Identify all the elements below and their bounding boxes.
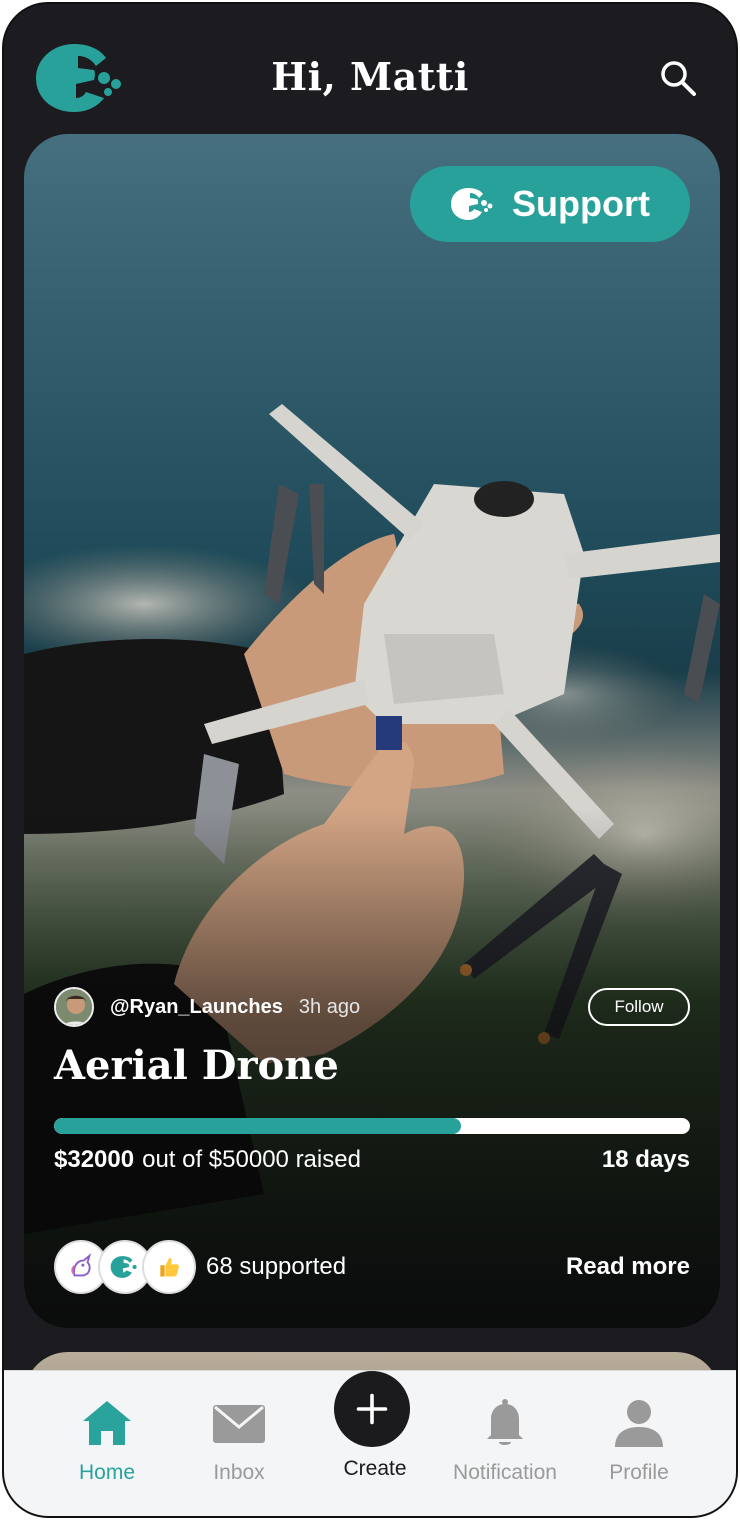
nav-home-label: Home — [78, 1461, 136, 1484]
thumbs-up-icon — [142, 1240, 196, 1294]
nav-inbox-label: Inbox — [213, 1461, 265, 1484]
mail-icon — [213, 1405, 265, 1443]
read-more-link[interactable]: Read more — [566, 1253, 690, 1281]
supporters-row: 68 supported Read more — [54, 1240, 690, 1294]
author-handle[interactable]: @Ryan_Launches — [110, 996, 283, 1019]
plus-icon — [356, 1393, 388, 1425]
nav-profile[interactable]: Profile — [574, 1397, 704, 1485]
nav-home[interactable]: Home — [42, 1397, 172, 1485]
days-left: 18 days — [601, 1146, 690, 1173]
bottom-nav: Home Inbox Create Notification Profile — [4, 1370, 736, 1516]
funding-progress-bar — [54, 1118, 690, 1134]
funding-summary: $32000 out of $50000 raised 18 days — [54, 1146, 690, 1174]
phone-frame: Hi, Matti Support @Ryan_Launches 3h ago … — [2, 2, 738, 1518]
support-button[interactable]: Support — [410, 166, 690, 242]
campaign-title: Aerial Drone — [54, 1042, 339, 1089]
support-logo-icon — [451, 188, 493, 220]
author-row: @Ryan_Launches 3h ago Follow — [54, 986, 690, 1028]
search-icon — [661, 61, 696, 96]
nav-create-label: Create — [343, 1457, 407, 1480]
bell-icon — [487, 1399, 523, 1445]
support-label: Support — [512, 183, 650, 224]
raised-suffix: out of $50000 raised — [142, 1146, 361, 1173]
campaign-card[interactable]: Support @Ryan_Launches 3h ago Follow Aer… — [24, 134, 720, 1328]
supporter-avatars[interactable] — [54, 1240, 196, 1294]
nav-inbox[interactable]: Inbox — [174, 1397, 304, 1485]
raised-amount: $32000 — [54, 1146, 135, 1173]
greeting-title: Hi, Matti — [271, 54, 469, 99]
home-icon — [83, 1401, 131, 1445]
user-icon — [615, 1400, 663, 1447]
nav-profile-label: Profile — [609, 1461, 669, 1484]
funding-progress-fill — [54, 1118, 462, 1134]
author-avatar[interactable] — [54, 987, 94, 1027]
follow-button[interactable]: Follow — [588, 988, 690, 1026]
nav-notification-label: Notification — [453, 1461, 557, 1484]
post-time: 3h ago — [298, 995, 361, 1018]
supported-count: 68 supported — [206, 1253, 347, 1280]
create-button[interactable] — [334, 1371, 410, 1447]
search-button[interactable] — [658, 58, 698, 98]
nav-notification[interactable]: Notification — [440, 1397, 570, 1485]
